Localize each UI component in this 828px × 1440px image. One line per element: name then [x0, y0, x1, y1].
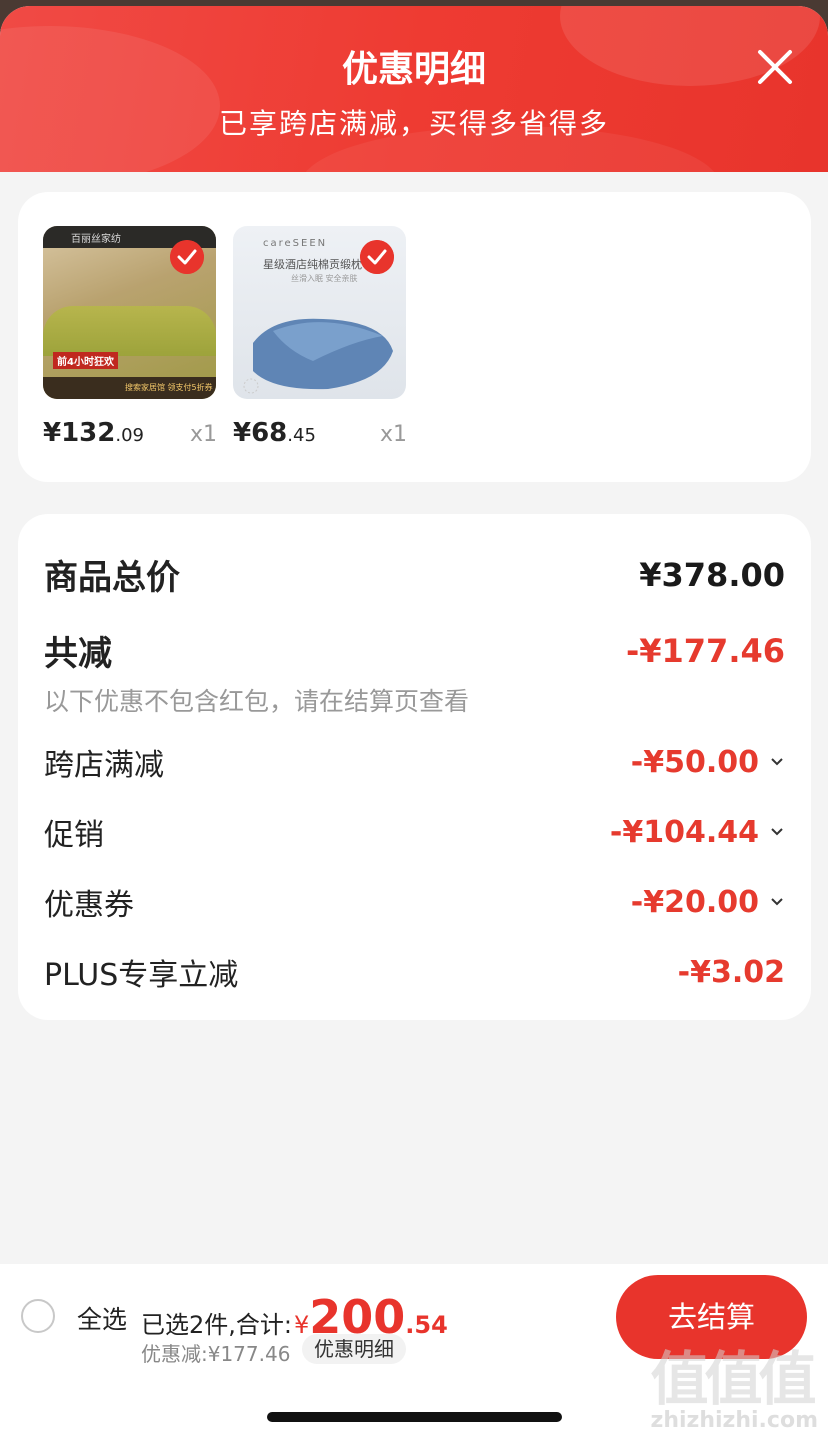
selection-total: 已选2件,合计: ¥ 200 .54	[141, 1294, 448, 1340]
select-all-label[interactable]: 全选	[77, 1300, 127, 1336]
discount-value-wrap: -¥50.00	[631, 745, 785, 780]
checkmark-icon[interactable]	[360, 240, 394, 274]
thumb-brand-text: 百丽丝家纺	[71, 234, 121, 245]
pillow-image	[243, 318, 393, 394]
total-discount-label: 共减	[44, 634, 112, 674]
discount-value-wrap: -¥20.00	[631, 885, 785, 920]
watermark-mark: 值值值	[650, 1345, 817, 1413]
select-all-radio[interactable]	[21, 1299, 55, 1333]
product-price: ¥68.45	[233, 418, 316, 448]
total-decimal: .54	[405, 1311, 448, 1339]
checkmark-icon[interactable]	[170, 240, 204, 274]
total-price-value: ¥378.00	[639, 555, 785, 594]
product-qty: x1	[380, 422, 408, 447]
selected-products-card: 百丽丝家纺 前4小时狂欢 搜索家居馆 领支付5折券 careSEEN 星级酒店纯…	[18, 192, 811, 482]
product-price: ¥132.09	[43, 418, 145, 448]
discount-label: PLUS专享立减	[44, 958, 239, 993]
chevron-down-icon[interactable]	[769, 824, 785, 840]
discount-summary-text: 优惠减:¥177.46	[141, 1342, 291, 1366]
discount-label: 优惠券	[44, 888, 134, 923]
discount-row-plus: PLUS专享立减 -¥3.02	[44, 950, 785, 994]
discount-value: -¥3.02	[677, 954, 785, 990]
watermark-site: zhizhizhi.com	[650, 1408, 818, 1433]
chevron-down-icon[interactable]	[769, 894, 785, 910]
sheet-title: 优惠明细	[341, 49, 486, 90]
product-qty: x1	[190, 422, 218, 447]
total-price-label: 商品总价	[44, 558, 180, 598]
price-summary-card: 商品总价 ¥378.00 共减 -¥177.46 以下优惠不包含红包，请在结算页…	[18, 514, 811, 1020]
discount-value: -¥20.00	[630, 884, 759, 920]
discount-detail-link[interactable]: 优惠明细	[302, 1334, 406, 1364]
discount-row-coupon[interactable]: 优惠券 -¥20.00	[44, 880, 785, 924]
sheet-subtitle: 已享跨店满减，买得多省得多	[218, 107, 609, 140]
thumb-promo-banner: 前4小时狂欢	[53, 352, 118, 369]
discount-value: -¥104.44	[609, 814, 759, 850]
total-discount-row: 共减 -¥177.46	[44, 626, 785, 675]
discount-note: 以下优惠不包含红包，请在结算页查看	[44, 687, 470, 716]
chevron-down-icon[interactable]	[769, 754, 785, 770]
product-thumbnail[interactable]: 百丽丝家纺 前4小时狂欢 搜索家居馆 领支付5折券	[43, 226, 216, 399]
discount-row-promotion[interactable]: 促销 -¥104.44	[44, 810, 785, 854]
total-price-row: 商品总价 ¥378.00	[44, 550, 785, 599]
close-icon[interactable]	[752, 44, 798, 90]
thumb-brand-text: careSEEN	[263, 238, 328, 249]
thumb-promo-text: 搜索家居馆 领支付5折券	[125, 383, 213, 392]
watermark: 值值值 zhizhizhi.com	[651, 1350, 818, 1433]
thumb-bottombar: 搜索家居馆 领支付5折券	[43, 377, 216, 399]
discount-value: -¥50.00	[630, 744, 759, 780]
duvet-image	[43, 306, 216, 356]
sheet-header: 优惠明细 已享跨店满减，买得多省得多	[0, 6, 828, 172]
currency-symbol: ¥	[293, 1311, 310, 1339]
discount-row-cross-store[interactable]: 跨店满减 -¥50.00	[44, 740, 785, 784]
home-indicator[interactable]	[267, 1412, 562, 1422]
selected-count-text: 已选2件,合计:	[141, 1311, 292, 1339]
discount-detail-sheet: 优惠明细 已享跨店满减，买得多省得多 百丽丝家纺 前4小时狂欢 搜索家居馆 领支…	[0, 6, 828, 1440]
discount-value-wrap: -¥104.44	[610, 815, 785, 850]
total-discount-value: -¥177.46	[625, 631, 785, 670]
discount-label: 跨店满减	[44, 748, 164, 783]
product-thumbnail[interactable]: careSEEN 星级酒店纯棉贡缎枕 丝滑入眠 安全亲肤	[233, 226, 406, 399]
thumb-title-text: 星级酒店纯棉贡缎枕	[263, 258, 362, 271]
discount-label: 促销	[44, 818, 104, 853]
